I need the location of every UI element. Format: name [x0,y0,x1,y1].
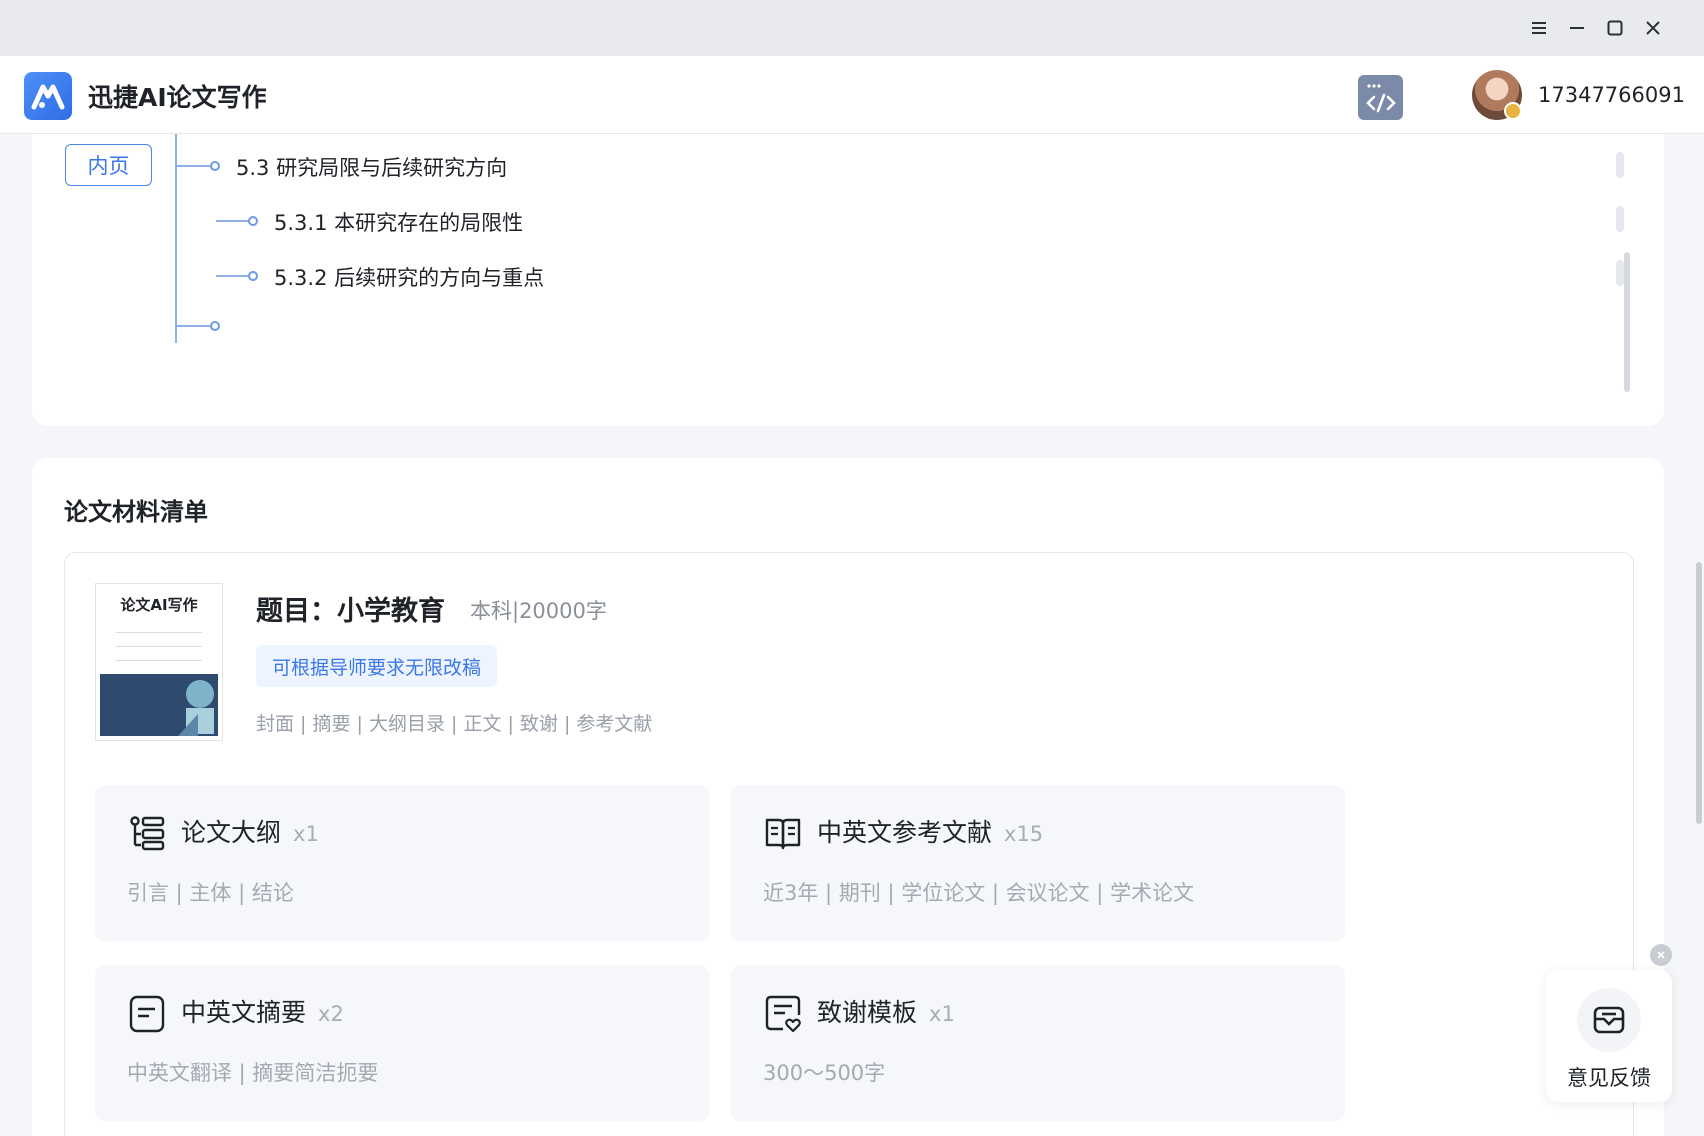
material-desc: 中英文翻译 | 摘要简洁扼要 [127,1061,379,1085]
thesis-topic: 题目：小学教育 [256,596,445,627]
outline-icon [130,816,165,851]
tree-branch [216,275,250,277]
document-icon [129,995,165,1033]
maximize-icon[interactable] [1601,14,1629,42]
outline-scrollbar[interactable] [1624,252,1630,392]
tree-branch [177,165,211,167]
material-count: x15 [1004,822,1044,846]
outline-panel: 内页 5.3 研究局限与后续研究方向 5.3.1 本研究存在的局限性 5.3.2… [32,134,1664,426]
thanks-icon [765,995,801,1033]
item-handle[interactable] [1616,206,1624,232]
material-count: x1 [929,1002,955,1026]
cover-graphic [100,674,218,736]
user-phone[interactable]: 17347766091 [1538,83,1685,107]
thesis-meta: 本科|20000字 [470,599,607,623]
verified-badge-icon [1504,102,1522,120]
outline-item[interactable]: 5.3 研究局限与后续研究方向 [236,152,507,182]
cover-line [116,632,202,633]
tree-branch [177,325,211,327]
feedback-icon [1577,988,1641,1052]
tree-node [248,216,258,226]
tree-node [210,321,220,331]
book-icon [765,818,801,850]
code-icon[interactable] [1358,75,1403,120]
material-name: 致谢模板 x1 [817,993,955,1029]
cover-thumbnail: 论文AI写作 [95,583,223,741]
tree-node [248,271,258,281]
minimize-icon[interactable] [1563,14,1591,42]
tree-node [210,161,220,171]
feedback-label: 意见反馈 [1567,1066,1651,1090]
material-name: 中英文摘要 x2 [181,993,344,1029]
materials-card: 论文AI写作 题目：小学教育 本科|20000字 可根据导师要求无限改稿 封面 … [64,552,1634,1136]
tree-branch [216,220,250,222]
page-scrollbar[interactable] [1696,562,1702,824]
feedback-button[interactable]: 意见反馈 [1546,970,1672,1102]
app-header: 迅捷AI论文写作 17347766091 [0,56,1704,134]
item-handle[interactable] [1616,260,1624,286]
app-logo-icon [24,72,72,120]
material-item-abstract[interactable]: 中英文摘要 x2 中英文翻译 | 摘要简洁扼要 [95,965,709,1121]
material-count: x2 [318,1002,344,1026]
material-name: 论文大纲 x1 [181,813,319,849]
feedback-close-icon[interactable] [1650,944,1672,966]
cover-line [116,646,202,647]
cover-title: 论文AI写作 [120,596,198,614]
material-item-thanks[interactable]: 致谢模板 x1 300～500字 [731,965,1345,1121]
material-name-text: 致谢模板 [817,998,918,1027]
outline-item[interactable]: 5.3.1 本研究存在的局限性 [274,207,523,237]
material-name-text: 中英文摘要 [181,998,307,1027]
material-desc: 300～500字 [763,1061,886,1085]
section-title: 论文材料清单 [64,498,208,526]
item-handle[interactable] [1616,152,1624,178]
material-count: x1 [293,822,319,846]
material-item-outline[interactable]: 论文大纲 x1 引言 | 主体 | 结论 [95,785,709,941]
materials-panel: 论文材料清单 论文AI写作 题目：小学教育 本科|20000字 可根据导师要求无… [32,458,1664,1136]
material-desc: 近3年 | 期刊 | 学位论文 | 会议论文 | 学术论文 [763,881,1195,905]
material-name-text: 中英文参考文献 [817,818,993,847]
material-desc: 引言 | 主体 | 结论 [127,881,294,905]
window-titlebar [0,0,1704,56]
menu-icon[interactable] [1525,14,1553,42]
material-name-text: 论文大纲 [181,818,282,847]
material-name: 中英文参考文献 x15 [817,813,1043,849]
inner-page-tag: 内页 [65,144,152,186]
cover-line [116,660,202,661]
revision-badge: 可根据导师要求无限改稿 [256,645,498,687]
material-item-references[interactable]: 中英文参考文献 x15 近3年 | 期刊 | 学位论文 | 会议论文 | 学术论文 [731,785,1345,941]
close-icon[interactable] [1639,14,1667,42]
thesis-parts: 封面 | 摘要 | 大纲目录 | 正文 | 致谢 | 参考文献 [256,713,653,735]
outline-item[interactable]: 5.3.2 后续研究的方向与重点 [274,262,544,292]
app-title: 迅捷AI论文写作 [88,83,267,112]
